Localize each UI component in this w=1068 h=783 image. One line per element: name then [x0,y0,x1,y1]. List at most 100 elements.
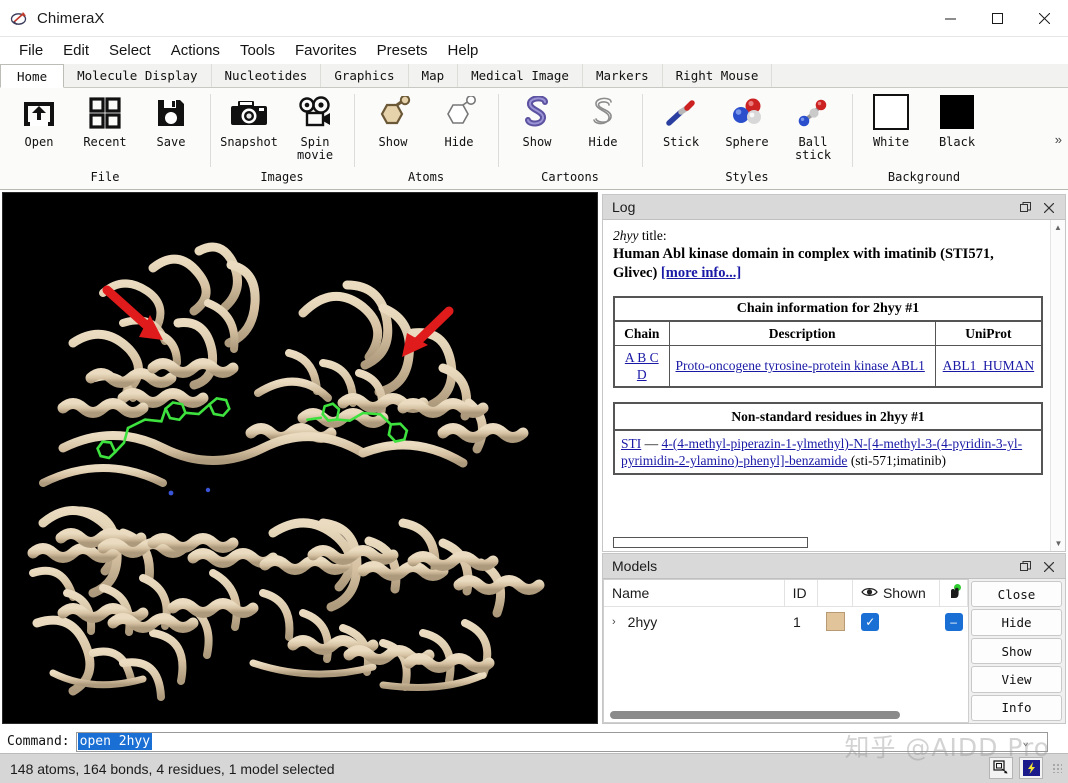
scroll-down-icon[interactable]: ▼ [1051,536,1065,551]
recent-button[interactable]: Recent [72,88,138,149]
sphere-style-button[interactable]: Sphere [714,88,780,149]
background-white-button[interactable]: White [858,88,924,149]
chain-description-link[interactable]: Proto-oncogene tyrosine-protein kinase A… [676,358,925,373]
stick-style-button[interactable]: Stick [648,88,714,149]
models-col-color[interactable] [818,580,853,607]
open-button-label: Open [25,136,54,149]
atoms-hide-button[interactable]: Hide [426,88,492,149]
command-input-value[interactable]: open 2hyy [78,733,152,750]
models-float-icon[interactable] [1013,554,1037,579]
log-vertical-scrollbar[interactable]: ▲ ▼ [1050,220,1065,551]
log-horizontal-scrollbar[interactable] [613,537,808,548]
cartoon-hide-icon [577,92,629,134]
molecular-3d-viewport[interactable] [2,192,598,724]
ribbon-overflow-button[interactable]: » [1055,132,1062,147]
models-col-select[interactable] [940,580,968,607]
movie-camera-icon [289,92,341,134]
models-col-id[interactable]: ID [785,580,818,607]
tab-graphics[interactable]: Graphics [321,64,408,87]
ribbon-group-cartoons-title: Cartoons [541,168,599,188]
nonstandard-residues-table: Non-standard residues in 2hyy #1 STI — 4… [613,402,1043,475]
open-button[interactable]: Open [6,88,72,149]
models-table[interactable]: Name ID Shown [603,579,969,723]
more-info-link[interactable]: [more info...] [661,265,741,281]
models-close-button[interactable]: Close [971,581,1062,607]
log-structure-title: Human Abl kinase domain in complex with … [613,245,1033,283]
models-panel-title: Models [612,558,657,574]
uniprot-link[interactable]: ABL1_HUMAN [943,358,1035,373]
log-content[interactable]: 2hyy title: Human Abl kinase domain in c… [603,220,1065,551]
ribbon-toolbar: Open Recent [0,88,1068,190]
status-message: 148 atoms, 164 bonds, 4 residues, 1 mode… [0,761,335,777]
models-action-buttons: Close Hide Show View Info [969,579,1065,723]
command-label: Command: [0,734,76,749]
log-float-icon[interactable] [1013,195,1037,220]
tab-map[interactable]: Map [409,64,459,87]
tab-medical-image[interactable]: Medical Image [458,64,583,87]
models-col-shown[interactable]: Shown [853,580,940,607]
models-close-icon[interactable] [1037,554,1061,579]
menu-edit[interactable]: Edit [53,40,99,61]
select-checkbox[interactable]: – [945,613,963,631]
table-row[interactable]: › 2hyy 1 ✓ – [604,607,968,636]
cartoon-hide-button[interactable]: Hide [570,88,636,149]
models-view-button[interactable]: View [971,666,1062,692]
tab-markers[interactable]: Markers [583,64,663,87]
minimize-button[interactable] [927,0,974,37]
atoms-show-label: Show [379,136,408,149]
log-close-icon[interactable] [1037,195,1061,220]
cartoon-show-button[interactable]: Show [504,88,570,149]
menu-actions[interactable]: Actions [161,40,230,61]
tab-home[interactable]: Home [0,64,64,88]
resize-grip-icon[interactable] [1052,763,1062,773]
model-name-cell[interactable]: › 2hyy [604,607,785,636]
window-title: ChimeraX [37,10,105,27]
background-black-label: Black [939,136,975,149]
menu-favorites[interactable]: Favorites [285,40,367,61]
color-swatch[interactable] [826,612,845,631]
snapshot-button[interactable]: Snapshot [216,88,282,149]
menu-file[interactable]: File [9,40,53,61]
menu-help[interactable]: Help [438,40,489,61]
chain-table-caption: Chain information for 2hyy #1 [614,297,1042,321]
status-bar: 148 atoms, 164 bonds, 4 residues, 1 mode… [0,753,1068,783]
background-black-button[interactable]: Black [924,88,990,149]
models-show-button[interactable]: Show [971,638,1062,664]
chain-information-table: Chain information for 2hyy #1 Chain Desc… [613,296,1043,388]
scroll-up-icon[interactable]: ▲ [1051,220,1065,235]
models-col-name[interactable]: Name [604,580,785,607]
model-select-cell[interactable]: – [941,607,968,636]
residue-name-link[interactable]: 4-(4-methyl-piperazin-1-ylmethyl)-N-[4-m… [621,436,1022,468]
ribbon-group-background: White Black Background [852,88,996,189]
tab-bar-filler [772,64,1068,87]
select-rect-icon[interactable] [989,757,1013,779]
shown-checkbox[interactable]: ✓ [861,613,879,631]
close-button[interactable] [1021,0,1068,37]
ball-stick-style-button[interactable]: Ball stick [780,88,846,162]
tab-nucleotides[interactable]: Nucleotides [212,64,322,87]
tab-molecule-display[interactable]: Molecule Display [64,64,211,87]
tab-right-mouse[interactable]: Right Mouse [663,64,773,87]
atoms-show-button[interactable]: Show [360,88,426,149]
menu-bar: File Edit Select Actions Tools Favorites… [0,37,1068,64]
chain-ids-link[interactable]: A B C D [625,350,659,382]
model-shown-cell[interactable]: ✓ [853,607,940,636]
models-horizontal-scrollbar[interactable] [610,711,900,719]
command-input[interactable]: open 2hyy ⌄ [76,732,1048,752]
chevron-right-icon[interactable]: › [612,616,616,628]
menu-tools[interactable]: Tools [230,40,285,61]
menu-presets[interactable]: Presets [367,40,438,61]
log-panel-title: Log [612,199,635,215]
models-panel-titlebar: Models [603,554,1065,579]
model-color-cell[interactable] [818,607,853,636]
spin-movie-button[interactable]: Spin movie [282,88,348,162]
chevron-down-icon[interactable]: ⌄ [1022,735,1029,748]
models-hide-button[interactable]: Hide [971,609,1062,635]
models-info-button[interactable]: Info [971,695,1062,721]
ribbon-group-cartoons: Show Hide Cartoons [498,88,642,189]
maximize-button[interactable] [974,0,1021,37]
lightning-icon[interactable] [1019,757,1043,779]
save-button[interactable]: Save [138,88,204,149]
residue-code-link[interactable]: STI [621,436,641,451]
menu-select[interactable]: Select [99,40,161,61]
